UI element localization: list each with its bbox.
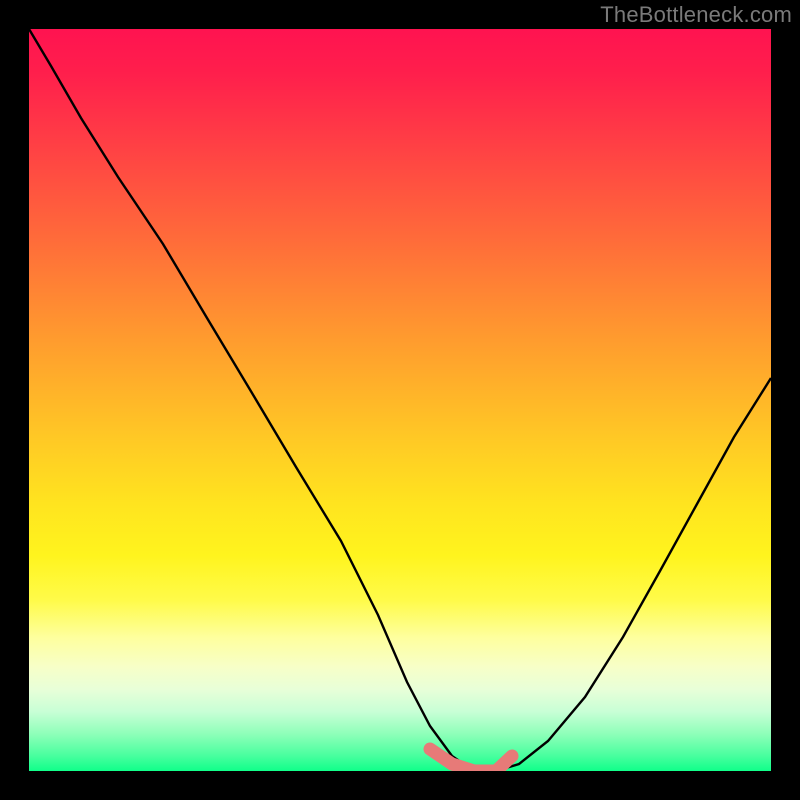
chart-svg	[29, 29, 771, 771]
plot-area	[29, 29, 771, 771]
bottleneck-curve	[29, 29, 771, 771]
watermark-text: TheBottleneck.com	[600, 2, 792, 28]
chart-frame: TheBottleneck.com	[0, 0, 800, 800]
minimum-marker	[430, 749, 512, 771]
